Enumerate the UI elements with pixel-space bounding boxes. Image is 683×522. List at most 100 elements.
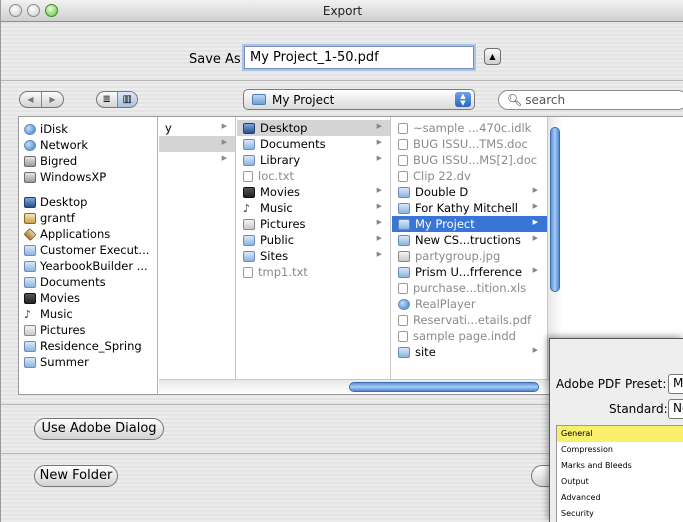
horizontal-scroll-thumb[interactable] (349, 382, 539, 392)
file-row[interactable]: BUG ISSU...MS[2].doc (392, 152, 562, 168)
file-name: y (165, 121, 172, 135)
title-bar[interactable]: Export (1, 0, 683, 22)
location-label: My Project (272, 92, 335, 107)
sidebar-item-label: Residence_Spring (40, 339, 142, 353)
sidebar-item-music[interactable]: ♪ Music (19, 306, 157, 322)
file-row[interactable]: My Project ▶ (392, 216, 562, 232)
file-name: Movies (260, 185, 301, 199)
pdf-category-item[interactable]: Security (557, 506, 683, 522)
sidebar-item-desktop[interactable]: Desktop (19, 194, 157, 210)
file-name: BUG ISSU...MS[2].doc (413, 153, 538, 167)
file-row[interactable]: New CS...tructions ▶ (392, 232, 562, 248)
vertical-scroll-thumb[interactable] (550, 127, 560, 292)
folder-icon (398, 266, 410, 278)
popup-arrows-icon: ▲ ▼ (455, 92, 471, 107)
file-row[interactable]: Public ▶ (237, 232, 390, 248)
file-name: tmp1.txt (258, 265, 308, 279)
file-name: For Kathy Mitchell (415, 201, 518, 215)
save-as-input[interactable]: My Project_1-50.pdf (244, 46, 474, 69)
save-as-label: Save As: (189, 52, 246, 67)
movies-icon (243, 186, 255, 198)
document-icon (398, 154, 408, 166)
file-row[interactable]: loc.txt (237, 168, 390, 184)
file-name: BUG ISSU...TMS.doc (413, 137, 528, 151)
folder-icon (243, 154, 255, 166)
expand-disclosure-button[interactable]: ▲ (484, 48, 501, 65)
sidebar-item-summer[interactable]: Summer (19, 354, 157, 370)
file-row[interactable]: Movies ▶ (237, 184, 390, 200)
sidebar-item-bigred[interactable]: Bigred (19, 153, 157, 169)
forward-icon[interactable]: ▶ (42, 92, 63, 107)
file-row[interactable]: y ▶ (159, 120, 235, 136)
applications-icon (23, 227, 37, 241)
pdf-preset-select[interactable]: Ma (668, 374, 683, 394)
file-name: sample page.indd (413, 329, 516, 343)
pdf-category-item[interactable]: Output (557, 474, 683, 490)
file-row[interactable]: For Kathy Mitchell ▶ (392, 200, 562, 216)
sidebar-item-grantf[interactable]: grantf (19, 210, 157, 226)
sidebar-item-label: Movies (40, 291, 81, 305)
sidebar-item-network[interactable]: Network (19, 137, 157, 153)
file-row[interactable]: Pictures ▶ (237, 216, 390, 232)
document-icon (398, 122, 408, 134)
file-name: RealPlayer (415, 297, 476, 311)
disclosure-arrow-icon: ▶ (221, 138, 227, 146)
file-row[interactable]: Reservati...etails.pdf (392, 312, 562, 328)
new-folder-button[interactable]: New Folder (34, 465, 118, 487)
sidebar-item-residence-spring[interactable]: Residence_Spring (19, 338, 157, 354)
file-row[interactable]: partygroup.jpg (392, 248, 562, 264)
sidebar-item-documents[interactable]: Documents (19, 274, 157, 290)
file-row[interactable]: RealPlayer (392, 296, 562, 312)
pdf-category-item[interactable]: Advanced (557, 490, 683, 506)
pdf-category-item[interactable]: General (557, 426, 683, 442)
file-name: Clip 22.dv (413, 169, 471, 183)
file-row[interactable]: ▶ (159, 136, 235, 152)
drive-icon (24, 171, 36, 183)
sidebar-item-customer-execut[interactable]: Customer Execut... (19, 242, 157, 258)
sidebar-item-windowsxp[interactable]: WindowsXP (19, 169, 157, 185)
file-row[interactable]: purchase...tition.xls (392, 280, 562, 296)
sidebar: iDisk Network Bigred WindowsXP Desktop grant… (19, 117, 158, 394)
standard-select[interactable]: No (668, 399, 683, 419)
back-icon[interactable]: ◀ (20, 92, 42, 107)
file-row[interactable]: BUG ISSU...TMS.doc (392, 136, 562, 152)
file-row[interactable]: ~sample ...470c.idlk (392, 120, 562, 136)
file-row[interactable]: Library ▶ (237, 152, 390, 168)
file-row[interactable]: Desktop ▶ (237, 120, 390, 136)
column-view-icon[interactable]: ▥ (116, 92, 137, 107)
list-view-icon[interactable]: ≣ (97, 92, 117, 107)
pdf-category-item[interactable]: Compression (557, 442, 683, 458)
document-icon (243, 170, 253, 182)
use-adobe-dialog-button[interactable]: Use Adobe Dialog (34, 418, 164, 440)
file-row[interactable]: site ▶ (392, 344, 562, 360)
file-row[interactable]: Documents ▶ (237, 136, 390, 152)
search-field[interactable]: 🔍︎ search (498, 90, 683, 110)
music-icon: ♪ (243, 201, 251, 215)
sidebar-item-movies[interactable]: Movies (19, 290, 157, 306)
pdf-category-item[interactable]: Marks and Bleeds (557, 458, 683, 474)
sidebar-item-yearbookbuilder[interactable]: YearbookBuilder ... (19, 258, 157, 274)
location-popup[interactable]: My Project ▲ ▼ (243, 89, 475, 110)
home-icon (24, 212, 36, 224)
standard-label: Standard: (609, 402, 668, 416)
file-row[interactable]: tmp1.txt (237, 264, 390, 280)
sidebar-item-pictures[interactable]: Pictures (19, 322, 157, 338)
file-row[interactable]: Clip 22.dv (392, 168, 562, 184)
export-dialog: Export Save As: My Project_1-50.pdf ▲ ◀ … (0, 0, 683, 522)
file-row[interactable]: sample page.indd (392, 328, 562, 344)
sidebar-item-label: Music (40, 307, 73, 321)
sidebar-item-applications[interactable]: Applications (19, 226, 157, 242)
file-row[interactable]: ♪ Music ▶ (237, 200, 390, 216)
file-row[interactable]: Prism U...frference ▶ (392, 264, 562, 280)
sidebar-item-idisk[interactable]: iDisk (19, 121, 157, 137)
file-row[interactable]: Sites ▶ (237, 248, 390, 264)
window-title: Export (322, 4, 363, 18)
file-row[interactable]: ▶ (159, 152, 235, 168)
sidebar-item-label: Network (40, 138, 89, 152)
sidebar-item-label: Applications (40, 227, 111, 241)
folder-icon (24, 260, 36, 272)
file-row[interactable]: Double D ▶ (392, 184, 562, 200)
disclosure-arrow-icon: ▶ (221, 154, 227, 162)
file-name: purchase...tition.xls (413, 281, 527, 295)
folder-icon (243, 138, 255, 150)
